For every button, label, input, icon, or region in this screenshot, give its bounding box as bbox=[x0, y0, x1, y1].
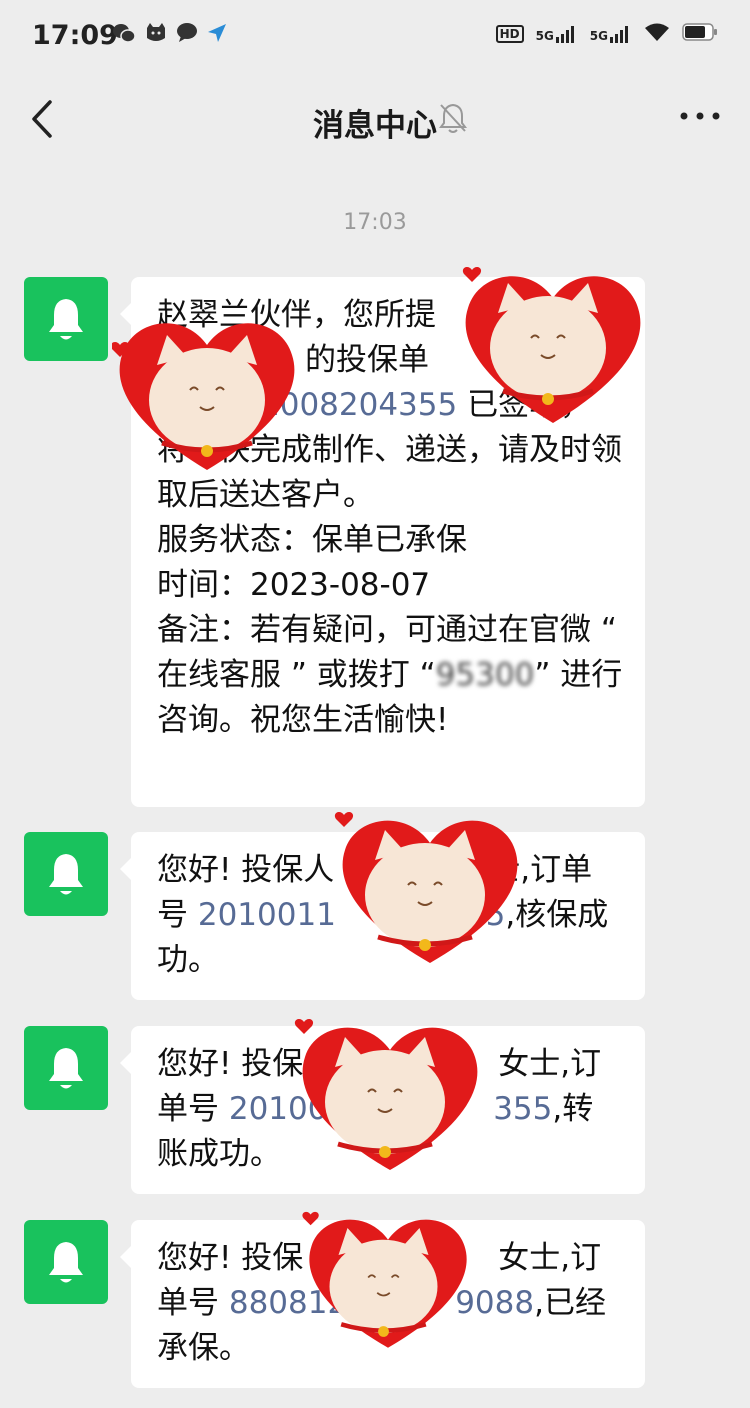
cat-app-icon bbox=[144, 22, 168, 48]
order-number-link[interactable]: 55 bbox=[466, 897, 505, 933]
message-text: 赵翠兰伙伴，您所提 bbox=[157, 297, 436, 333]
navigation-bar: 消息中心 bbox=[0, 72, 750, 168]
message-bubble[interactable]: 您好! 投保 女士,订单号 201003 355,转账成功。 bbox=[120, 1026, 645, 1194]
notification-icons bbox=[112, 22, 228, 48]
net-label-1: 5G bbox=[535, 29, 554, 43]
wechat-icon bbox=[112, 22, 136, 48]
message-bubble[interactable]: 您好! 投保人 士,订单号 2010011 55,核保成功。 bbox=[120, 832, 645, 1000]
net-label-2: 5G bbox=[589, 29, 608, 43]
hd-icon: HD bbox=[495, 25, 524, 43]
message-text: 将尽快完成制作、递送，请及时领取后送达客户。 bbox=[157, 432, 622, 513]
order-number-link[interactable]: 880812 bbox=[229, 1285, 347, 1321]
message-text: 您好! 投保 bbox=[157, 1240, 304, 1276]
message-bubble[interactable]: 您好! 投保 女士,订单号 880812 9088,已经承保。 bbox=[120, 1220, 645, 1388]
message-text: 已签单， bbox=[457, 387, 592, 423]
avatar[interactable] bbox=[24, 1026, 108, 1110]
status-time: 17:09 bbox=[32, 20, 118, 51]
chat-bubble-icon bbox=[176, 22, 198, 48]
message-text: 服务状态：保单已承保 bbox=[157, 522, 467, 558]
status-bar: 17:09 HD 5G 5G bbox=[0, 0, 750, 72]
blurred-phone-number: 95300 bbox=[435, 657, 535, 693]
bell-muted-icon bbox=[438, 102, 468, 138]
message-bubble[interactable]: 赵翠兰伙伴，您所提 的投保单 1008204355 已签单， 将尽快完成制作、递… bbox=[120, 277, 645, 807]
message-text: 您好! 投保人 bbox=[157, 852, 335, 888]
navigation-arrow-icon bbox=[206, 22, 228, 48]
bell-icon bbox=[49, 299, 83, 340]
order-number-link[interactable]: 2010011 bbox=[198, 897, 336, 933]
avatar[interactable] bbox=[24, 277, 108, 361]
message-timestamp: 17:03 bbox=[343, 210, 407, 235]
bell-icon bbox=[49, 1048, 83, 1089]
bell-icon bbox=[49, 854, 83, 895]
avatar[interactable] bbox=[24, 832, 108, 916]
policy-number-link[interactable]: 1008204355 bbox=[260, 387, 457, 423]
wifi-icon bbox=[644, 22, 670, 46]
battery-icon bbox=[682, 22, 718, 46]
message-text: 时间：2023-08-07 bbox=[157, 567, 431, 603]
more-dots-icon bbox=[680, 112, 720, 120]
signal-5g-icon: 5G bbox=[536, 25, 578, 43]
system-icons: HD 5G 5G bbox=[495, 22, 718, 46]
avatar[interactable] bbox=[24, 1220, 108, 1304]
more-button[interactable] bbox=[678, 106, 722, 126]
hd-label: HD bbox=[495, 25, 524, 43]
message-text: 的投保单 bbox=[305, 342, 429, 378]
page-title: 消息中心 bbox=[313, 108, 437, 144]
signal-5g-icon: 5G bbox=[590, 25, 632, 43]
message-text: 您好! 投保 bbox=[157, 1046, 304, 1082]
order-number-link[interactable]: 355 bbox=[493, 1091, 552, 1127]
order-number-link[interactable]: 201003 bbox=[229, 1091, 347, 1127]
order-number-link[interactable]: 9088 bbox=[455, 1285, 534, 1321]
bell-icon bbox=[49, 1242, 83, 1283]
